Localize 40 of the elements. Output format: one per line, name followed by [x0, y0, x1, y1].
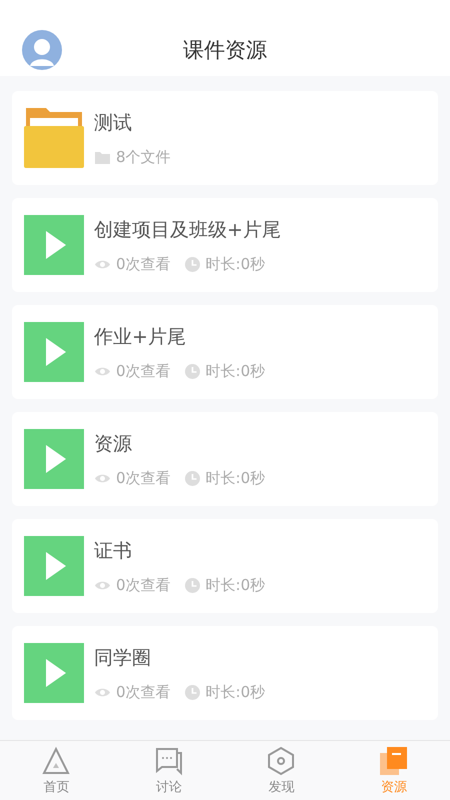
hexagon-icon — [266, 746, 296, 776]
view-count: 0次查看 — [116, 468, 171, 488]
duration: 时长:0秒 — [206, 362, 266, 380]
folder-icon — [24, 108, 84, 168]
clock-icon — [184, 362, 201, 380]
view-count: 0次查看 — [116, 682, 171, 702]
page-title: 课件资源 — [183, 37, 267, 64]
triangle-icon — [41, 746, 72, 776]
play-icon — [24, 536, 84, 596]
resource-title: 同学圈 — [94, 646, 152, 670]
resource-card[interactable]: 同学圈 0次查看 时长:0秒 — [12, 626, 438, 720]
resource-title: 作业+片尾 — [94, 324, 187, 350]
view-count: 0次查看 — [116, 362, 171, 380]
resource-card[interactable]: 作业+片尾 0次查看 时长:0秒 — [12, 305, 438, 399]
resource-card[interactable]: 创建项目及班级+片尾 0次查看 时长:0秒 — [12, 198, 438, 292]
duration: 时长:0秒 — [206, 468, 266, 488]
resource-title: 资源 — [94, 432, 133, 456]
resource-card[interactable]: 证书 0次查看 时长:0秒 — [12, 519, 438, 613]
view-count: 0次查看 — [116, 576, 171, 594]
chat-icon — [154, 746, 184, 776]
avatar-icon[interactable] — [22, 30, 62, 70]
clock-icon — [184, 684, 201, 700]
clock-icon — [184, 576, 201, 594]
view-count: 0次查看 — [116, 254, 171, 274]
book-icon — [378, 746, 409, 776]
duration: 时长:0秒 — [206, 682, 266, 702]
file-count: 8个文件 — [116, 148, 171, 166]
play-icon — [24, 643, 84, 703]
clock-icon — [184, 470, 201, 486]
play-icon — [24, 215, 84, 275]
resource-title: 创建项目及班级+片尾 — [94, 218, 281, 242]
play-icon — [24, 429, 84, 489]
resource-title: 证书 — [94, 538, 133, 564]
resource-card[interactable]: 资源 0次查看 时长:0秒 — [12, 412, 438, 506]
clock-icon — [184, 256, 201, 272]
resource-title: 测试 — [94, 110, 133, 136]
duration: 时长:0秒 — [206, 576, 266, 594]
resource-card[interactable]: 测试 8个文件 — [12, 91, 438, 185]
duration: 时长:0秒 — [206, 254, 266, 274]
play-icon — [24, 322, 84, 382]
